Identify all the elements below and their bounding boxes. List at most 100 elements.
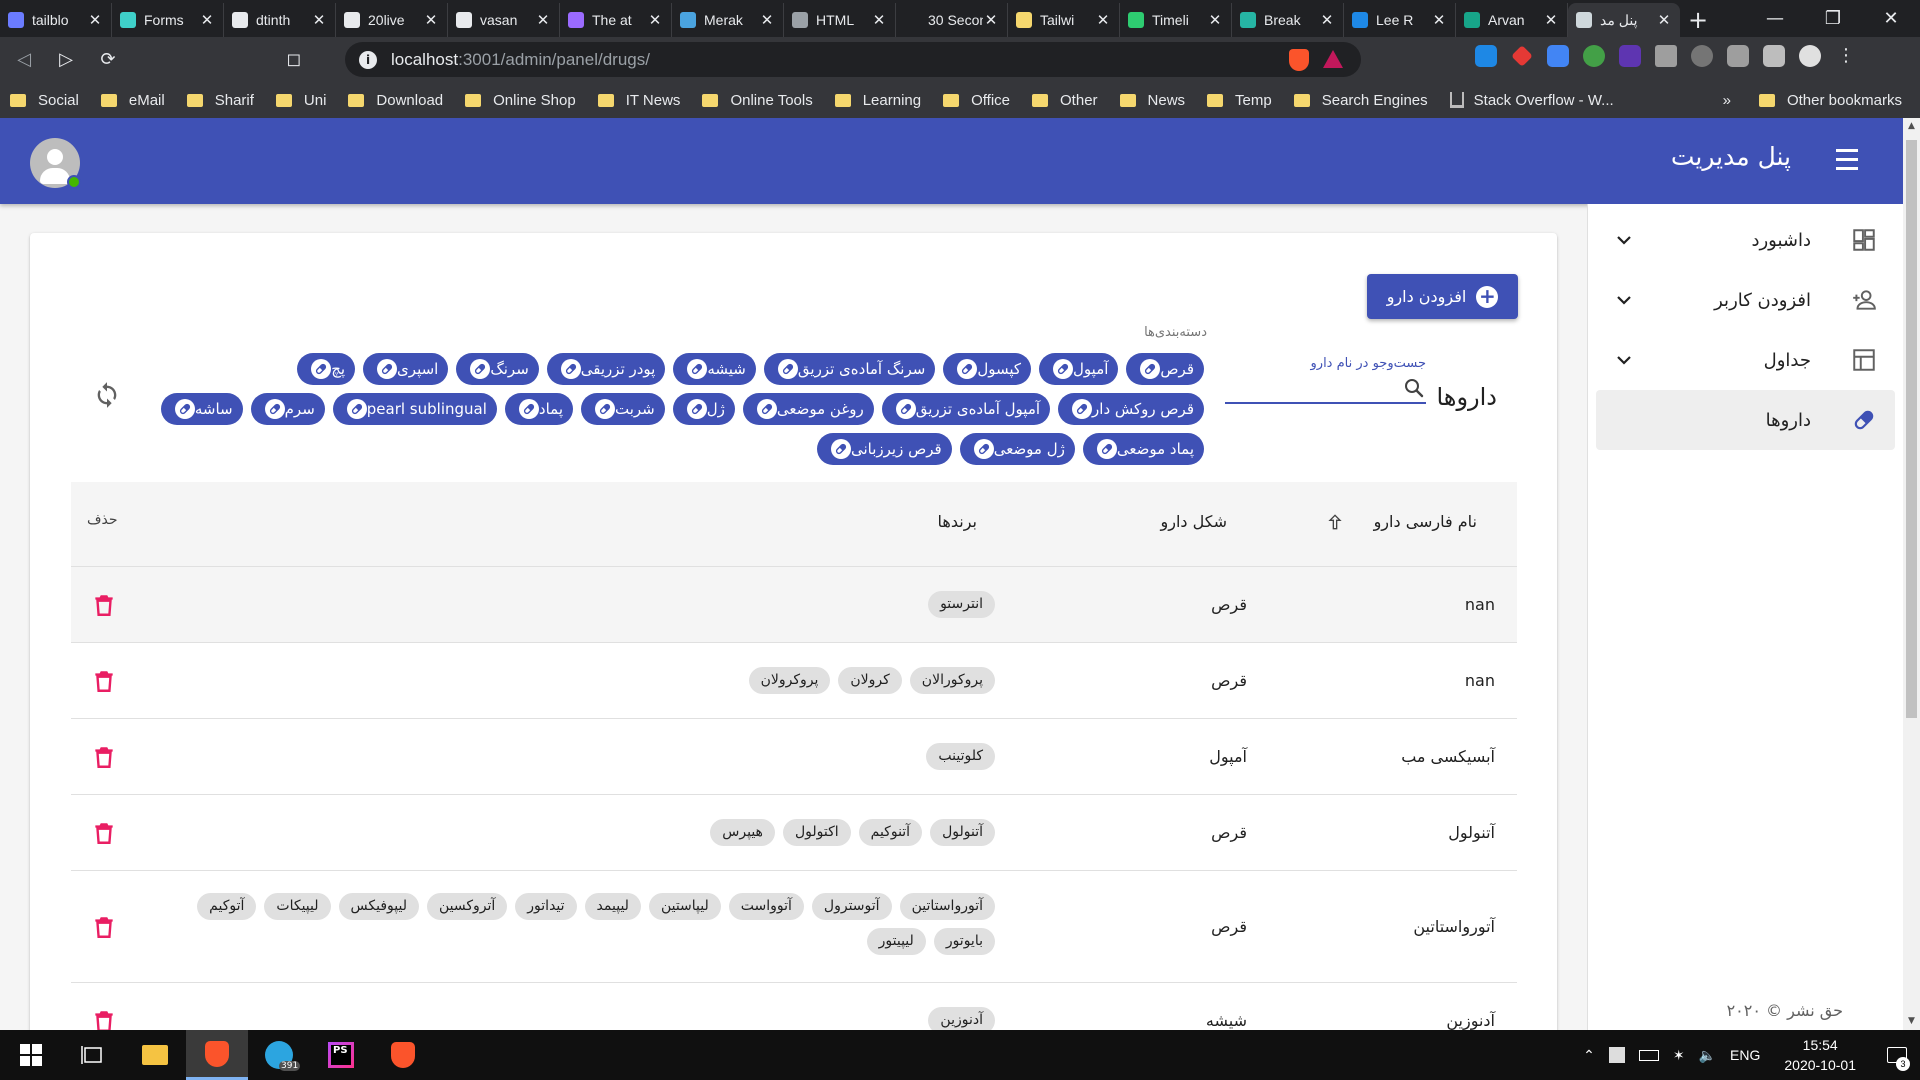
tab-close-icon[interactable]: ✕ [1319,11,1335,29]
bookmark-folder[interactable]: eMail [100,92,165,109]
table-row[interactable]: آبسیکسی مب آمپول کلوتینب [71,719,1517,795]
category-chip[interactable]: شربت [581,393,665,425]
reload-button[interactable]: ⟳ [90,42,126,78]
delete-icon[interactable] [91,592,117,618]
chevron-down-icon[interactable] [1612,228,1636,252]
extension-icon[interactable] [1691,45,1713,67]
bookmark-folder[interactable]: Search Engines [1293,92,1428,109]
browser-tab[interactable]: 20live ✕ [336,3,448,37]
close-window-button[interactable]: ✕ [1862,0,1920,37]
menu-icon[interactable] [1829,143,1865,179]
category-chip[interactable]: روغن موضعی [742,393,874,425]
category-chip[interactable]: پودر تزریقی [546,353,666,385]
category-chip[interactable]: کپسول [943,353,1032,385]
url-text[interactable]: localhost:3001/admin/panel/drugs/ [391,50,650,70]
column-header-form[interactable]: شکل دارو [1161,512,1227,531]
bookmark-folder[interactable]: Other [1032,92,1098,109]
browser-tab[interactable]: Forms ✕ [112,3,224,37]
category-chip[interactable]: سرنگ آماده‌ی تزریق [763,353,936,385]
tab-close-icon[interactable]: ✕ [311,11,327,29]
tab-close-icon[interactable]: ✕ [647,11,663,29]
browser-tab[interactable]: The at ✕ [560,3,672,37]
browser-tab[interactable]: پنل مد ✕ [1568,3,1680,37]
refresh-icon[interactable] [93,381,121,409]
browser-tab[interactable]: Lee R ✕ [1344,3,1456,37]
file-explorer-icon[interactable] [124,1030,186,1080]
new-tab-button[interactable]: + [1680,3,1716,37]
category-chip[interactable]: آمپول [1039,353,1119,385]
table-row[interactable]: آدنوزین شیشه آدنوزین [71,983,1517,1030]
scrollbar-thumb[interactable] [1906,140,1917,718]
delete-icon[interactable] [91,744,117,770]
forward-button[interactable]: ▷ [48,42,84,78]
tab-close-icon[interactable]: ✕ [1431,11,1447,29]
wifi-icon[interactable]: ✶ [1673,1047,1685,1064]
browser-tab[interactable]: tailblo ✕ [0,3,112,37]
bookmark-folder[interactable]: Download [348,92,443,109]
site-info-icon[interactable]: i [359,50,377,69]
profile-icon[interactable] [1799,45,1821,67]
tab-close-icon[interactable]: ✕ [87,11,103,29]
search-field[interactable]: جست‌وجو در نام دارو [1225,356,1426,404]
browser-tab[interactable]: dtinth ✕ [224,3,336,37]
shield-extension-icon[interactable] [1727,45,1749,67]
nav-item-table[interactable]: جداول [1596,330,1895,390]
category-chip[interactable]: قرص [1126,353,1204,385]
bookmark-folder[interactable]: Stack Overflow - W... [1449,92,1614,109]
extension-icon[interactable] [1619,45,1641,67]
task-view-icon[interactable] [62,1030,124,1080]
nav-item-pill[interactable]: داروها [1596,390,1895,450]
search-icon[interactable] [1402,376,1426,400]
omnibox[interactable]: i localhost:3001/admin/panel/drugs/ [345,42,1361,77]
bookmark-folder[interactable]: IT News [597,92,680,109]
bookmark-folder[interactable]: Temp [1207,92,1272,109]
bookmark-star-icon[interactable]: ◻ [276,42,312,78]
phpstorm-icon[interactable]: PS [310,1030,372,1080]
scroll-down-arrow[interactable]: ▼ [1903,1013,1920,1030]
brave-shield-icon[interactable] [1289,49,1309,71]
category-chip[interactable]: ساشه [160,393,243,425]
chevron-down-icon[interactable] [1612,348,1636,372]
browser-tab[interactable]: Merak ✕ [672,3,784,37]
nav-item-add-user[interactable]: افزودن کاربر [1596,270,1895,330]
category-chip[interactable]: پماد [504,393,573,425]
browser-tab[interactable]: HTML ✕ [784,3,896,37]
bookmark-folder[interactable]: Online Shop [465,92,576,109]
tab-close-icon[interactable]: ✕ [1543,11,1559,29]
category-chip[interactable]: پچ [297,353,356,385]
table-row[interactable]: آتنولول قرص آتنولول آتنوکیم اکتولول هیپرس [71,795,1517,871]
browser-tab[interactable]: Break ✕ [1232,3,1344,37]
category-chip[interactable]: آمپول آماده‌ی تزریق [881,393,1051,425]
bookmark-folder[interactable]: Office [943,92,1010,109]
category-chip[interactable]: پماد موضعی [1082,433,1204,465]
translate-extension-icon[interactable] [1547,45,1569,67]
category-chip[interactable]: اسپری [363,353,449,385]
extensions-puzzle-icon[interactable] [1763,45,1785,67]
browser-menu-icon[interactable]: ⋮ [1835,45,1857,67]
bookmark-folder[interactable]: Uni [275,92,326,109]
tray-chevron-icon[interactable]: ⌃ [1583,1047,1595,1064]
browser-tab[interactable]: Timeli ✕ [1120,3,1232,37]
tab-close-icon[interactable]: ✕ [983,11,999,29]
brave-pinned-icon[interactable] [372,1030,434,1080]
clock[interactable]: 15:54 2020-10-01 [1784,1035,1856,1075]
volume-icon[interactable]: 🔈 [1699,1047,1716,1064]
bookmark-folder[interactable]: Sharif [186,92,254,109]
extension-icon[interactable] [1511,45,1533,67]
tab-close-icon[interactable]: ✕ [423,11,439,29]
category-chip[interactable]: شیشه [673,353,756,385]
browser-tab[interactable]: 30 Second✕ [896,3,1008,37]
category-chip[interactable]: pearl sublingual [332,393,497,425]
sort-arrow-up-icon[interactable] [1325,512,1345,532]
tab-close-icon[interactable]: ✕ [535,11,551,29]
chevron-down-icon[interactable] [1612,288,1636,312]
language-indicator[interactable]: ENG [1730,1047,1760,1063]
delete-icon[interactable] [91,820,117,846]
delete-icon[interactable] [91,914,117,940]
page-scrollbar[interactable]: ▲ ▼ [1903,118,1920,1030]
tab-close-icon[interactable]: ✕ [1095,11,1111,29]
table-row[interactable]: آتورواستاتین قرص آتورواستاتین آتوسترول آتووا… [71,871,1517,983]
bookmark-folder[interactable]: Learning [834,92,921,109]
bookmark-folder[interactable]: News [1119,92,1185,109]
bookmark-folder[interactable]: Social [10,92,79,109]
